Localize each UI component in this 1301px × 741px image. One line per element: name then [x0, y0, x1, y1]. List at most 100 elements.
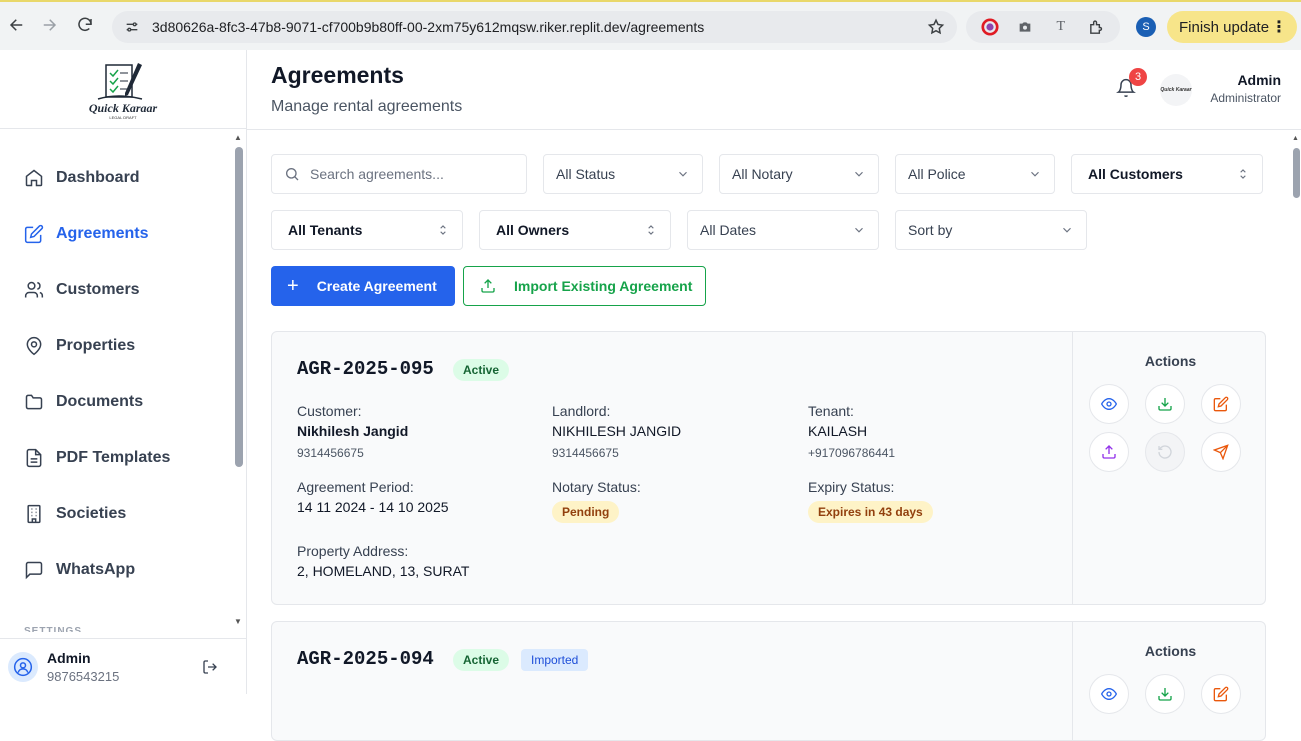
- sidebar-scrollbar[interactable]: ▲ ▼: [233, 133, 245, 626]
- agreement-actions: Actions: [1072, 332, 1265, 604]
- agreement-card: AGR-2025-094 Active Imported Actions: [271, 621, 1266, 741]
- agreement-card: AGR-2025-095 Active Customer: Nikhilesh …: [271, 331, 1266, 605]
- header-avatar[interactable]: Quick Karaar: [1160, 74, 1192, 106]
- header-avatar-logo: Quick Karaar: [1160, 87, 1192, 93]
- create-agreement-label: Create Agreement: [316, 278, 437, 294]
- tenants-filter[interactable]: All Tenants: [271, 210, 463, 250]
- view-button[interactable]: [1089, 674, 1129, 714]
- agreement-id[interactable]: AGR-2025-094: [297, 648, 434, 670]
- download-button[interactable]: [1145, 384, 1185, 424]
- logo-title: Quick Karaar: [88, 101, 158, 115]
- sidebar-item-agreements[interactable]: Agreements: [0, 206, 236, 262]
- chevron-updown-icon: [644, 223, 658, 237]
- customers-filter-value: All Customers: [1088, 166, 1183, 182]
- upload-button[interactable]: [1089, 432, 1129, 472]
- owners-filter[interactable]: All Owners: [479, 210, 671, 250]
- text-extension-icon[interactable]: T: [1052, 18, 1070, 36]
- site-info-icon[interactable]: [124, 19, 140, 35]
- logo[interactable]: Quick Karaar LEGAL DRAFT: [78, 59, 168, 120]
- scrollbar-thumb[interactable]: [235, 147, 243, 467]
- sidebar-item-label: Properties: [56, 337, 136, 354]
- sidebar: Quick Karaar LEGAL DRAFT Dashboard Agree…: [0, 50, 247, 694]
- notary-filter[interactable]: All Notary: [719, 154, 879, 194]
- notary-status-label: Notary Status:: [552, 479, 641, 495]
- landlord-label: Landlord:: [552, 403, 611, 419]
- edit-icon: [1213, 686, 1229, 702]
- chevron-down-icon: [852, 223, 866, 237]
- edit-button[interactable]: [1201, 384, 1241, 424]
- sidebar-item-label: Societies: [56, 505, 127, 522]
- agreement-actions: Actions: [1072, 622, 1265, 740]
- main-content: All Status All Notary All Police All Cus…: [247, 131, 1301, 741]
- home-icon: [25, 169, 43, 187]
- reload-icon[interactable]: [68, 8, 102, 42]
- owners-filter-value: All Owners: [496, 222, 570, 238]
- customer-phone: 9314456675: [297, 446, 364, 460]
- sidebar-item-label: Documents: [56, 393, 144, 410]
- logout-icon[interactable]: [202, 659, 218, 675]
- scroll-up-icon[interactable]: ▲: [234, 133, 242, 142]
- user-avatar: [8, 651, 38, 682]
- finish-update-button[interactable]: Finish update ⋮: [1167, 11, 1297, 43]
- landlord-name: NIKHILESH JANGID: [552, 423, 682, 439]
- sidebar-item-pdf-templates[interactable]: PDF Templates: [0, 430, 236, 486]
- header-user-name: Admin: [1237, 72, 1281, 88]
- chevron-down-icon: [852, 167, 866, 181]
- sidebar-item-whatsapp[interactable]: WhatsApp: [0, 542, 236, 598]
- sidebar-item-customers[interactable]: Customers: [0, 262, 236, 318]
- landlord-phone: 9314456675: [552, 446, 619, 460]
- camera-icon[interactable]: [1016, 18, 1034, 36]
- expiry-status-label: Expiry Status:: [808, 479, 895, 495]
- sort-filter[interactable]: Sort by: [895, 210, 1087, 250]
- import-agreement-label: Import Existing Agreement: [514, 278, 693, 294]
- search-box[interactable]: [271, 154, 527, 194]
- profile-avatar[interactable]: S: [1136, 17, 1156, 37]
- customer-label: Customer:: [297, 403, 362, 419]
- scroll-up-icon[interactable]: ▲: [1292, 135, 1299, 142]
- color-extension-icon[interactable]: [981, 18, 999, 36]
- expiry-status-badge: Expires in 43 days: [808, 501, 933, 523]
- address-bar[interactable]: 3d80626a-8fc3-47b8-9071-cf700b9b80ff-00-…: [112, 11, 957, 43]
- sidebar-item-label: Dashboard: [56, 169, 140, 186]
- page-title: Agreements: [271, 62, 404, 88]
- agreement-details: AGR-2025-095 Active Customer: Nikhilesh …: [272, 332, 1072, 604]
- status-filter[interactable]: All Status: [543, 154, 703, 194]
- chevron-down-icon: [1028, 167, 1042, 181]
- police-filter[interactable]: All Police: [895, 154, 1055, 194]
- customer-name: Nikhilesh Jangid: [297, 423, 409, 439]
- sidebar-item-dashboard[interactable]: Dashboard: [0, 150, 236, 206]
- view-button[interactable]: [1089, 384, 1129, 424]
- eye-icon: [1101, 397, 1117, 411]
- rotate-ccw-icon: [1158, 445, 1172, 459]
- bookmark-star-icon[interactable]: [927, 18, 945, 36]
- sidebar-item-societies[interactable]: Societies: [0, 486, 236, 542]
- send-button[interactable]: [1201, 432, 1241, 472]
- dates-filter[interactable]: All Dates: [687, 210, 879, 250]
- main-scrollbar[interactable]: ▲: [1292, 135, 1301, 694]
- customers-filter[interactable]: All Customers: [1071, 154, 1263, 194]
- user-name: Admin: [47, 649, 91, 666]
- users-icon: [24, 281, 44, 298]
- sidebar-item-label: WhatsApp: [56, 561, 136, 578]
- chevron-down-icon: [676, 167, 690, 181]
- sidebar-item-properties[interactable]: Properties: [0, 318, 236, 374]
- edit-button[interactable]: [1201, 674, 1241, 714]
- search-input[interactable]: [310, 166, 510, 182]
- status-badge: Active: [453, 649, 510, 671]
- forward-icon[interactable]: [32, 8, 66, 42]
- folder-icon: [25, 394, 43, 410]
- undo-button[interactable]: [1145, 432, 1185, 472]
- edit-icon: [24, 224, 44, 244]
- logo-area: Quick Karaar LEGAL DRAFT: [0, 50, 246, 129]
- download-icon: [1158, 688, 1172, 701]
- create-agreement-button[interactable]: + Create Agreement: [271, 266, 455, 306]
- back-icon[interactable]: [0, 8, 34, 42]
- download-button[interactable]: [1145, 674, 1185, 714]
- scroll-down-icon[interactable]: ▼: [234, 617, 242, 626]
- actions-title: Actions: [1144, 353, 1197, 369]
- puzzle-icon[interactable]: [1087, 18, 1105, 36]
- import-agreement-button[interactable]: Import Existing Agreement: [463, 266, 706, 306]
- agreement-id[interactable]: AGR-2025-095: [297, 358, 434, 380]
- sidebar-item-documents[interactable]: Documents: [0, 374, 236, 430]
- scrollbar-thumb[interactable]: [1293, 148, 1300, 198]
